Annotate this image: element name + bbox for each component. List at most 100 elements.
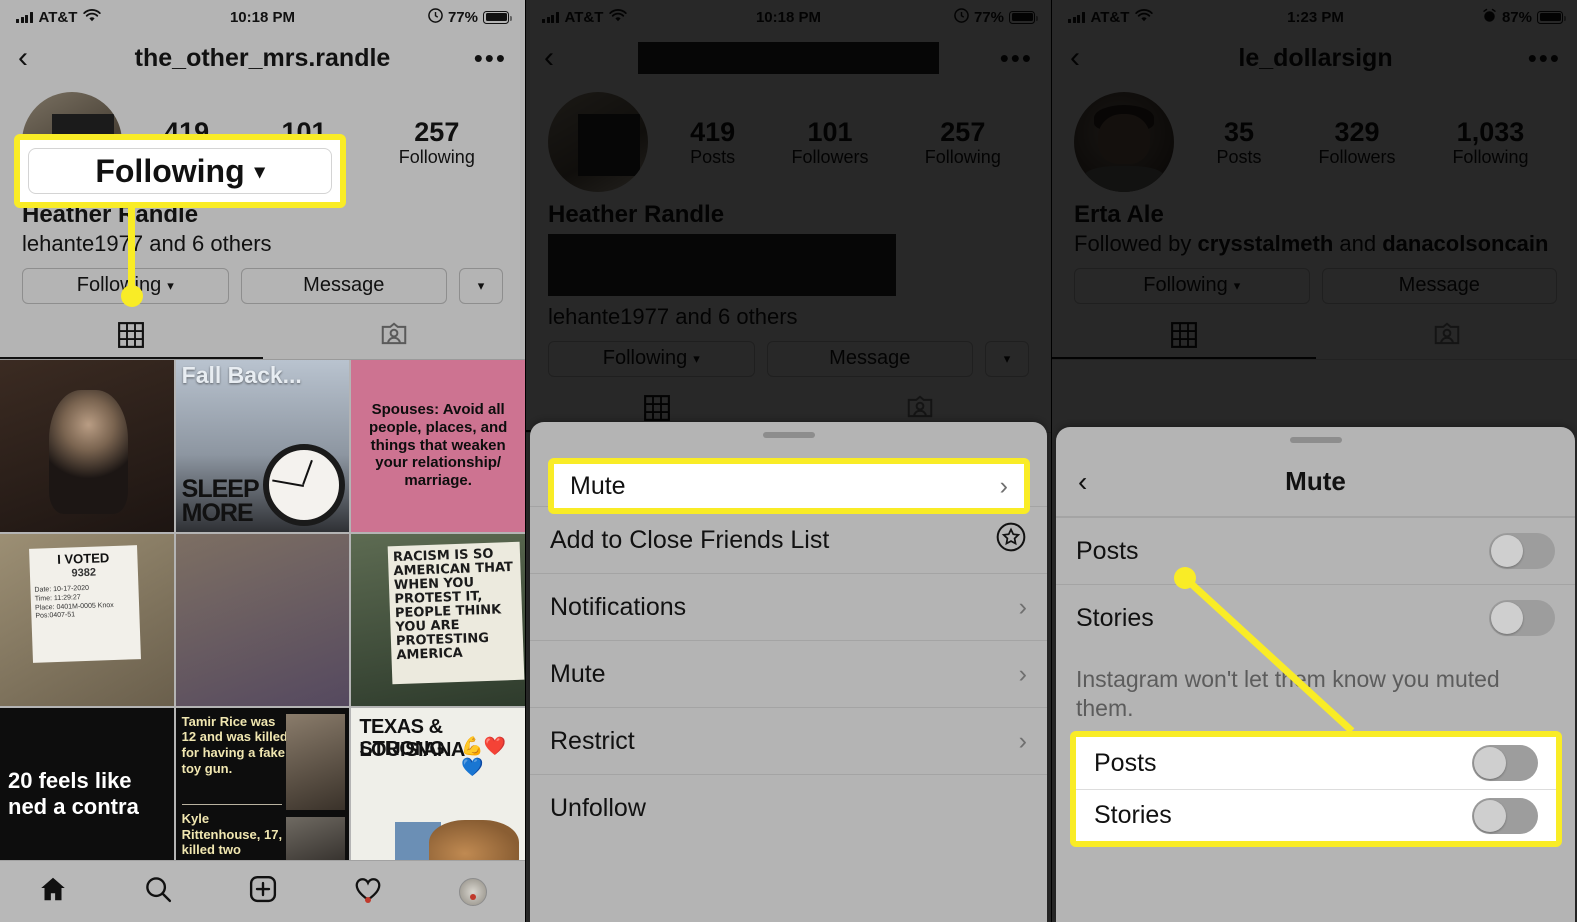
chevron-down-icon: ▾	[167, 277, 174, 293]
post-caption: Tamir Rice was 12 and was killed for hav…	[181, 713, 288, 777]
chevron-right-icon: ›	[999, 471, 1008, 500]
sheet-item-label: Mute	[550, 659, 606, 688]
callout-anchor-dot	[121, 285, 143, 307]
nav-add-post[interactable]	[210, 874, 315, 909]
sheet-item-notifications[interactable]: Notifications ›	[530, 573, 1047, 640]
post-thumbnail[interactable]: TEXAS & LOUISIANA STRONG 💪❤️💙	[351, 707, 525, 880]
clock-icon	[263, 443, 346, 526]
wifi-icon	[609, 8, 628, 26]
chevron-right-icon: ›	[1018, 659, 1027, 688]
post-thumbnail[interactable]	[175, 533, 350, 706]
more-options-icon[interactable]: •••	[1000, 44, 1033, 71]
back-button[interactable]: ‹	[18, 43, 28, 73]
more-options-icon[interactable]: •••	[474, 44, 507, 71]
followed-by-label[interactable]: lehante1977 and 6 others	[548, 303, 1029, 331]
grid-icon	[116, 320, 146, 355]
search-icon	[143, 874, 173, 909]
profile-action-buttons: Following ▾ Message ▾	[0, 258, 525, 304]
stat-following[interactable]: 257 Following	[925, 117, 1001, 168]
message-button[interactable]: Message	[240, 267, 447, 304]
panel-profile-following: AT&T 10:18 PM 77% ‹ the_other_mrs.randle…	[0, 0, 525, 922]
post-caption: Fall Back...	[181, 361, 302, 388]
sheet-grabber[interactable]	[762, 432, 815, 438]
more-actions-button[interactable]: ▾	[985, 340, 1029, 377]
status-bar-right: 77%	[428, 7, 513, 27]
nav-home[interactable]	[0, 874, 105, 909]
post-caption-secondary: STRONG	[359, 737, 445, 760]
voted-sticker: I VOTED 9382 Date: 10-17-2020 Time: 11:29…	[29, 545, 141, 663]
panel-action-sheet: AT&T 10:18 PM 77% ‹ ••• 419 Posts 101 Fo…	[526, 0, 1051, 922]
nav-search[interactable]	[105, 874, 210, 909]
chevron-down-icon: ▾	[1003, 350, 1011, 366]
status-bar: AT&T 10:18 PM 77%	[526, 0, 1051, 34]
status-bar-left: AT&T	[542, 8, 628, 26]
wifi-icon	[83, 8, 102, 26]
emoji-row: 💪❤️💙	[461, 735, 507, 777]
sheet-item-mute[interactable]: Mute ›	[530, 640, 1047, 707]
chevron-down-icon: ▾	[254, 160, 265, 183]
more-actions-button[interactable]: ▾	[459, 267, 503, 304]
stat-following-count: 257	[414, 116, 460, 147]
profile-stats: 419 Posts 101 Followers 257 Following	[648, 117, 1029, 168]
avatar[interactable]	[548, 92, 648, 192]
posts-toggle-zoomed[interactable]	[1472, 745, 1538, 781]
stat-posts[interactable]: 419 Posts	[690, 117, 735, 168]
highlight-following-button[interactable]: Following ▾	[14, 134, 346, 208]
post-thumbnail[interactable]: Fall Back... SLEEP MORE	[175, 359, 350, 532]
post-grid: Fall Back... SLEEP MORE Spouses: Avoid al…	[0, 359, 525, 880]
status-bar: AT&T 10:18 PM 77%	[0, 0, 525, 34]
stat-following[interactable]: 257 Following	[399, 117, 475, 168]
highlight-row-posts[interactable]: Posts	[1076, 737, 1556, 789]
voted-number: 9382	[71, 567, 97, 580]
following-button-zoomed[interactable]: Following ▾	[28, 148, 332, 194]
tab-tagged[interactable]	[263, 316, 526, 359]
stat-followers-count: 101	[807, 116, 853, 147]
page-title: the_other_mrs.randle	[134, 43, 391, 72]
sheet-item-unfollow[interactable]: Unfollow	[530, 774, 1047, 841]
following-button-label: Following	[76, 274, 162, 296]
highlight-row-stories[interactable]: Stories	[1076, 789, 1556, 841]
nav-activity[interactable]	[315, 874, 420, 909]
post-thumbnail[interactable]: Tamir Rice was 12 and was killed for hav…	[175, 707, 350, 880]
nav-profile[interactable]	[420, 877, 525, 906]
stories-toggle-zoomed[interactable]	[1472, 797, 1538, 834]
stat-following-count: 257	[940, 116, 986, 147]
battery-percent-label: 77%	[973, 8, 1004, 26]
sheet-item-label: Add to Close Friends List	[550, 525, 830, 554]
mute-row-zoomed[interactable]: Mute ›	[554, 464, 1024, 508]
redacted-username-bar	[638, 42, 939, 74]
sheet-item-restrict[interactable]: Restrict ›	[530, 707, 1047, 774]
tab-grid[interactable]	[0, 316, 263, 359]
status-bar-right: 77%	[954, 7, 1039, 27]
profile-avatar-icon	[458, 877, 487, 906]
highlight-mute-row[interactable]: Mute ›	[548, 458, 1030, 514]
post-thumbnail[interactable]: I VOTED 9382 Date: 10-17-2020 Time: 11:29…	[0, 533, 174, 706]
following-button[interactable]: Following ▾	[548, 340, 755, 377]
back-button[interactable]: ‹	[544, 43, 554, 73]
sheet-item-close-friends[interactable]: Add to Close Friends List	[530, 506, 1047, 573]
cellular-signal-icon	[542, 11, 559, 23]
stat-followers-label: Followers	[791, 146, 869, 167]
message-button[interactable]: Message	[766, 340, 973, 377]
highlight-mute-toggles[interactable]: Posts Stories	[1070, 731, 1562, 847]
post-caption: Spouses: Avoid all people, places, and t…	[368, 401, 508, 490]
post-thumbnail[interactable]	[0, 359, 174, 532]
highlight-row-label: Posts	[1094, 748, 1157, 777]
callout-line	[128, 208, 135, 295]
bottom-tab-bar	[0, 860, 525, 922]
followed-by-label[interactable]: lehante1977 and 6 others	[22, 230, 503, 258]
tagged-person-icon	[379, 320, 409, 355]
stat-following-label: Following	[924, 146, 1001, 167]
post-thumbnail[interactable]: 20 feels like ned a contra	[0, 707, 174, 880]
following-button-label: Following	[602, 347, 688, 369]
stat-followers[interactable]: 101 Followers	[791, 117, 868, 168]
post-thumbnail[interactable]: RACISM IS SO AMERICAN THAT WHEN YOU PROT…	[351, 533, 525, 706]
activity-heart-icon	[353, 874, 383, 909]
post-caption-secondary: Kyle Rittenhouse, 17, killed two	[181, 810, 283, 858]
status-bar-left: AT&T	[16, 8, 102, 26]
panel-mute-settings: AT&T 1:23 PM 87% ‹ le_dollarsign ••• 35 …	[1052, 0, 1577, 922]
add-post-icon	[248, 874, 278, 909]
post-thumbnail[interactable]: Spouses: Avoid all people, places, and t…	[351, 359, 525, 532]
battery-percent-label: 77%	[447, 8, 478, 26]
chevron-down-icon: ▾	[477, 277, 485, 293]
